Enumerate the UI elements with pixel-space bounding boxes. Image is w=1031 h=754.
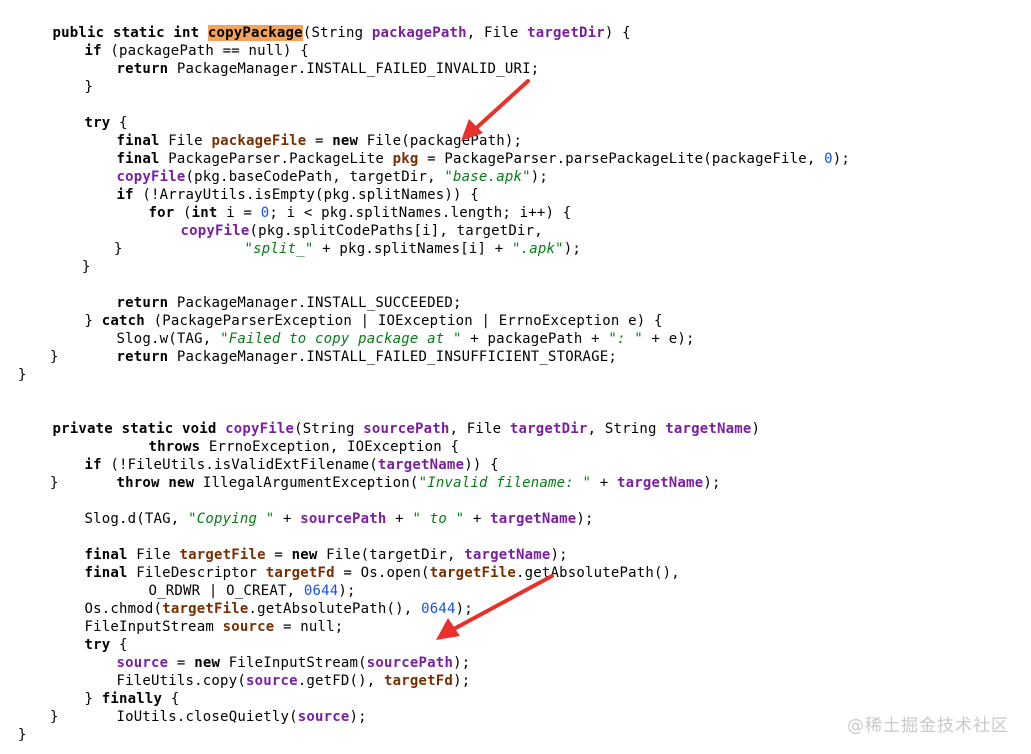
code-line-11: for (int i = 0; i < pkg.splitNames.lengt… [148, 205, 572, 221]
code-line-24: throws ErrnoException, IOException { [148, 439, 460, 455]
code-line-18: Slog.w(TAG, "Failed to copy package at "… [116, 331, 695, 347]
code-line-17: } catch (PackageParserException | IOExce… [84, 313, 663, 329]
code-line-10: if (!ArrayUtils.isEmpty(pkg.splitNames))… [116, 187, 479, 203]
code-line-19: return PackageManager.INSTALL_FAILED_INS… [116, 349, 617, 365]
code-line-39: IoUtils.closeQuietly(source); [116, 709, 367, 725]
code-line-37: FileUtils.copy(source.getFD(), targetFd)… [116, 673, 471, 689]
code-line-25: if (!FileUtils.isValidExtFilename(target… [84, 457, 499, 473]
code-line-20: } [50, 349, 59, 365]
code-line-26: throw new IllegalArgumentException("Inva… [116, 475, 721, 491]
code-line-9: copyFile(pkg.baseCodePath, targetDir, "b… [116, 169, 548, 185]
code-line-40: } [50, 709, 59, 725]
code-line-6: try { [84, 115, 128, 131]
code-line-33: Os.chmod(targetFile.getAbsolutePath(), 0… [84, 601, 473, 617]
code-line-4: } [84, 79, 94, 95]
code-line-15: } [82, 259, 91, 275]
code-line-30: final File targetFile = new File(targetD… [84, 547, 568, 563]
code-line-16: return PackageManager.INSTALL_SUCCEEDED; [116, 295, 462, 311]
code-line-23: private static void copyFile(String sour… [52, 421, 761, 437]
code-editor[interactable]: public static int copyPackage(String pac… [0, 0, 1031, 754]
code-line-38: } finally { [84, 691, 180, 707]
code-line-36: source = new FileInputStream(sourcePath)… [116, 655, 471, 671]
code-line-13: "split_" + pkg.splitNames[i] + ".apk"); [244, 241, 582, 257]
code-line-14: } [114, 241, 123, 257]
watermark: @稀土掘金技术社区 [847, 716, 1009, 736]
code-line-2: if (packagePath == null) { [84, 43, 309, 59]
code-line-28: Slog.d(TAG, "Copying " + sourcePath + " … [84, 511, 594, 527]
code-line-31: final FileDescriptor targetFd = Os.open(… [84, 565, 680, 581]
code-line-12: copyFile(pkg.splitCodePaths[i], targetDi… [180, 223, 543, 239]
code-line-32: O_RDWR | O_CREAT, 0644); [148, 583, 356, 599]
code-line-27: } [50, 475, 59, 491]
annotation-arrow-icon [461, 79, 530, 141]
code-line-1: public static int copyPackage(String pac… [52, 25, 631, 41]
code-line-3: return PackageManager.INSTALL_FAILED_INV… [116, 61, 540, 77]
code-line-34: FileInputStream source = null; [84, 619, 344, 635]
annotation-arrow-icon [436, 574, 554, 640]
code-line-21: } [18, 367, 27, 383]
code-line-41: } [18, 727, 27, 743]
code-line-35: try { [84, 637, 128, 653]
